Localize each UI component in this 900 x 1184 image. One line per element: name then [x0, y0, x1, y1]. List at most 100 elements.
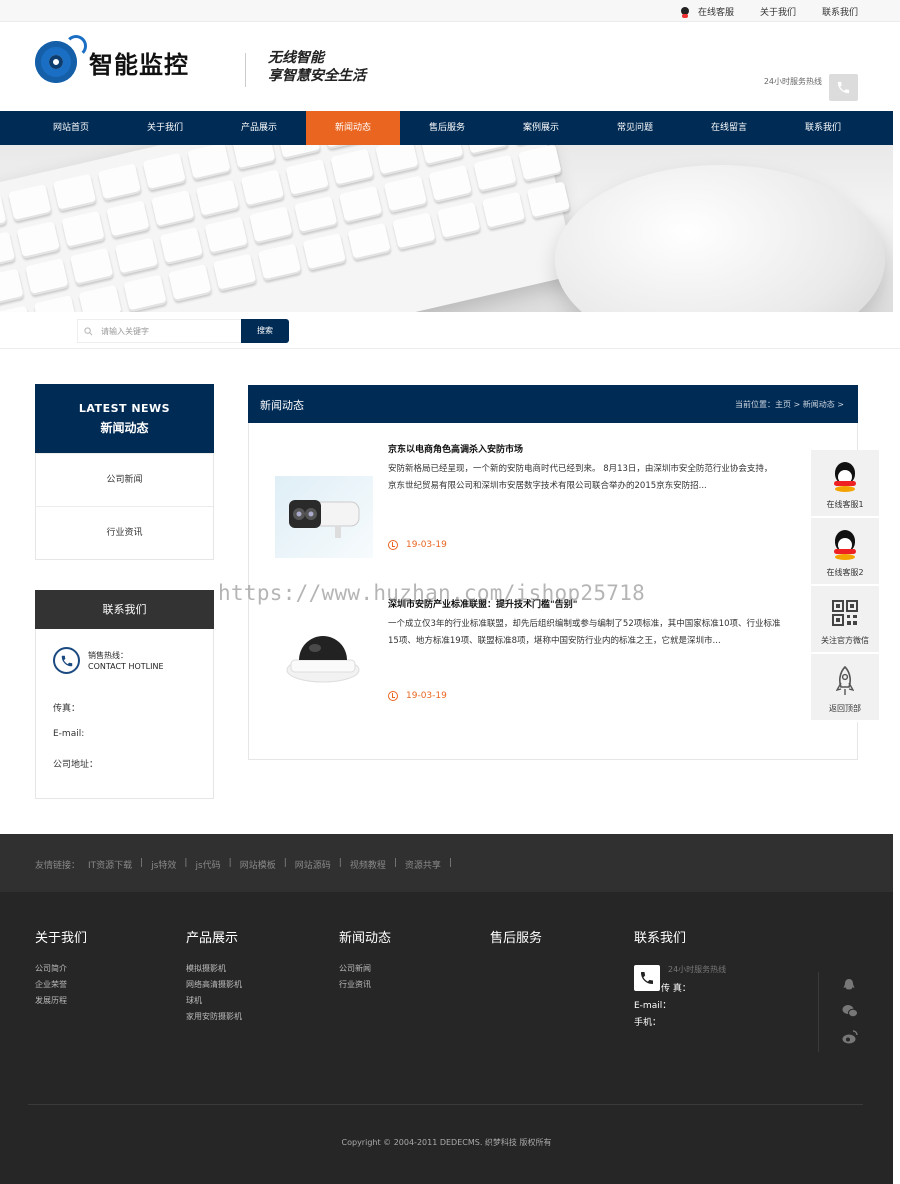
friend-link[interactable]: 网站模板 [240, 858, 276, 871]
keyboard-key [437, 202, 481, 240]
keyboard-key [464, 145, 509, 156]
nav-item-6[interactable]: 常见问题 [588, 111, 682, 145]
qr-code-icon [832, 600, 858, 626]
news-title[interactable]: 京东以电商角色高调杀入安防市场 [388, 442, 523, 455]
watermark: https://www.huzhan.com/ishop25718 [218, 581, 646, 605]
keyboard-key [0, 268, 25, 307]
footer-hotline: 24小时服务热线 [668, 965, 727, 974]
friend-link[interactable]: 视频教程 [350, 858, 386, 871]
friend-links-bar: 友情链接： IT资源下载 | js特效 | js代码 | 网站模板 | 网站源码 | 视频教程 | 资源… [0, 834, 893, 892]
header-divider [245, 53, 246, 87]
friend-links-label: 友情链接： [35, 861, 81, 871]
footer-link[interactable]: 行业资讯 [339, 977, 391, 993]
news-item[interactable]: 深圳市安防产业标准联盟：提升技术门槛"告别" 一个成立仅3年的行业标准联盟，却先… [275, 597, 840, 717]
camera-thumbnail[interactable] [275, 476, 373, 558]
nav-item-5[interactable]: 案例展示 [494, 111, 588, 145]
keyboard-key [106, 200, 150, 239]
footer-link[interactable]: 家用安防摄影机 [186, 1009, 242, 1025]
nav-item-8[interactable]: 联系我们 [776, 111, 870, 145]
friend-link[interactable]: js代码 [195, 858, 220, 871]
about-link[interactable]: 关于我们 [760, 5, 796, 18]
keyboard-key [0, 231, 16, 270]
keyboard-key [168, 264, 212, 302]
footer-link[interactable]: 公司简介 [35, 961, 87, 977]
keyboard-key [8, 184, 52, 222]
friend-link[interactable]: js特效 [151, 858, 176, 871]
back-to-top-button[interactable]: 返回顶部 [811, 654, 879, 722]
search-icon [84, 326, 93, 335]
footer-link[interactable]: 公司新闻 [339, 961, 391, 977]
keyboard-key [204, 216, 249, 255]
wechat-icon[interactable] [842, 1004, 858, 1018]
keyboard-image [0, 145, 578, 312]
nav-item-0[interactable]: 网站首页 [24, 111, 118, 145]
nav-item-1[interactable]: 关于我们 [118, 111, 212, 145]
qq-icon[interactable] [842, 978, 856, 990]
keyboard-key [151, 190, 195, 228]
banner-image [0, 145, 893, 312]
friend-link[interactable]: 资源共享 [405, 858, 441, 871]
keyboard-key [232, 145, 276, 171]
online-service-link[interactable]: 在线客服 [680, 5, 734, 18]
footer-link[interactable]: 企业荣誉 [35, 977, 87, 993]
keyboard-key [52, 173, 97, 212]
fax-label: 传真： [53, 704, 81, 714]
keyboard-key [25, 258, 69, 296]
hotline-label: 24小时服务热线 [763, 77, 822, 86]
sidebar: LATEST NEWS 新闻动态 公司新闻 行业资讯 [35, 384, 214, 560]
news-desc: 一个成立仅3年的行业标准联盟，却先后组织编制或参与编制了52项标准，其中国家标准… [388, 619, 781, 646]
keyboard-key [187, 145, 232, 181]
footer-link[interactable]: 网络高清摄影机 [186, 977, 242, 993]
online-service-1-button[interactable]: 在线客服1 [811, 450, 879, 518]
keyboard-key [97, 163, 142, 202]
friend-link[interactable]: 网站源码 [295, 858, 331, 871]
link-separator: | [228, 858, 232, 868]
contact-link[interactable]: 联系我们 [822, 5, 858, 18]
keyboard-key [375, 145, 419, 177]
nav-item-4[interactable]: 售后服务 [400, 111, 494, 145]
category-company-news[interactable]: 公司新闻 [36, 453, 213, 506]
nav-item-3[interactable]: 新闻动态 [306, 111, 400, 145]
weibo-icon[interactable] [842, 1030, 858, 1044]
news-item[interactable]: 京东以电商角色高调杀入安防市场 安防新格局已经呈现，一个新的安防电商时代已经到来… [275, 442, 840, 562]
breadcrumb[interactable]: 当前位置：主页 > 新闻动态 > [735, 399, 844, 410]
friend-link[interactable]: IT资源下载 [88, 858, 132, 871]
footer-divider [28, 1104, 863, 1105]
nav-item-7[interactable]: 在线留言 [682, 111, 776, 145]
phone-icon [829, 74, 858, 101]
wifi-wave-icon [65, 35, 87, 57]
footer-link[interactable]: 发展历程 [35, 993, 87, 1009]
keyboard-key [481, 191, 526, 230]
contact-box: 联系我们 销售热线： CONTACT HOTLINE 传真： E-mail: 公… [35, 590, 214, 799]
search-input[interactable]: 请输入关键字 [77, 319, 242, 343]
footer: 关于我们 公司简介 企业荣誉 发展历程 产品展示 模拟摄影机 网络高清摄影机 球… [0, 892, 893, 1184]
link-separator: | [448, 858, 452, 868]
footer-link[interactable]: 球机 [186, 993, 242, 1009]
search-button[interactable]: 搜索 [241, 319, 289, 343]
keyboard-key [195, 179, 240, 218]
latest-news-header: LATEST NEWS 新闻动态 [35, 384, 214, 453]
footer-link[interactable]: 模拟摄影机 [186, 961, 242, 977]
news-panel: 新闻动态 当前位置：主页 > 新闻动态 > 京东以电商角色高调杀入安防市场 安防… [248, 385, 858, 760]
logo[interactable]: 智能监控 [35, 35, 189, 83]
keyboard-key [0, 194, 7, 233]
keyboard-key [257, 243, 302, 282]
category-industry-news[interactable]: 行业资讯 [36, 506, 213, 559]
dome-camera-thumbnail[interactable] [275, 614, 373, 696]
footer-fax: 传 真： [661, 984, 691, 994]
keyboard-key [69, 247, 114, 286]
news-date: 19-03-19 [388, 540, 447, 550]
online-service-2-button[interactable]: 在线客服2 [811, 518, 879, 586]
header: 智能监控 无线智能 享智慧安全生活 24小时服务热线 [0, 22, 900, 111]
footer-col-contact: 联系我们 24小时服务热线 传 真： E-mail： 手机： [634, 931, 727, 1028]
news-panel-header: 新闻动态 当前位置：主页 > 新闻动态 > [248, 385, 858, 423]
keyboard-key [473, 154, 518, 193]
qq-icon [680, 7, 690, 18]
wechat-follow-button[interactable]: 关注官方微信 [811, 586, 879, 654]
nav-item-2[interactable]: 产品展示 [212, 111, 306, 145]
phone-icon [53, 647, 80, 674]
floating-toolbar: 在线客服1 在线客服2 关注官方微信 返回顶部 [811, 450, 879, 722]
keyboard-key [33, 295, 78, 312]
keyboard-key [276, 145, 321, 160]
phone-icon [634, 965, 660, 991]
